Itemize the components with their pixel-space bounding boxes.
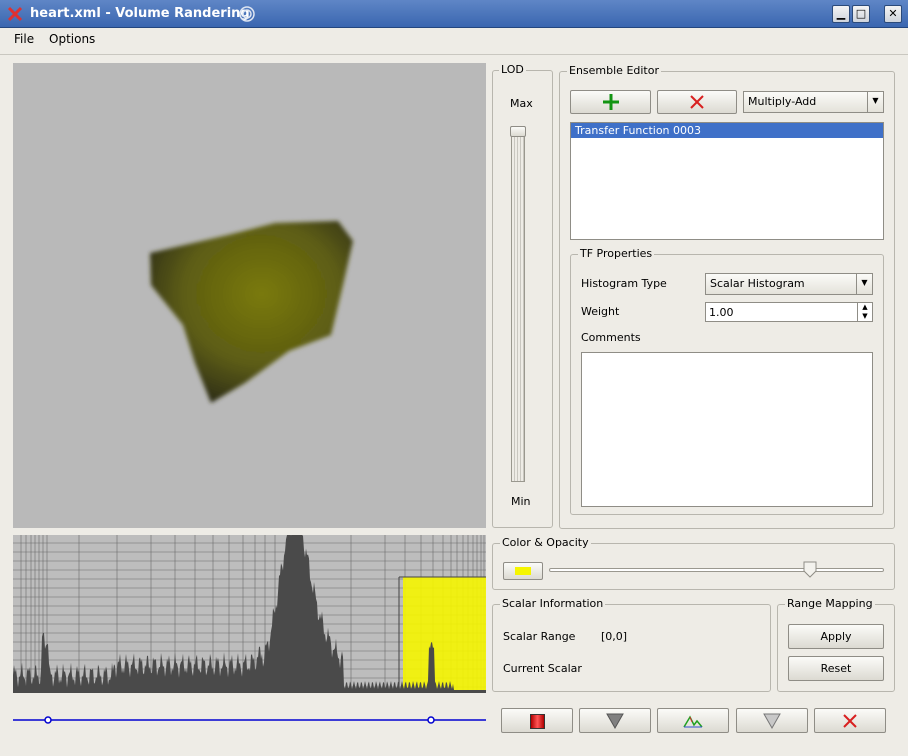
apply-button[interactable]: Apply [788, 624, 884, 649]
maximize-button[interactable]: □ [852, 5, 870, 23]
scalar-info-title: Scalar Information [500, 597, 606, 610]
color-picker-button[interactable] [503, 562, 543, 580]
spin-up-icon[interactable]: ▲ [857, 303, 872, 312]
chevron-down-icon: ▼ [867, 92, 883, 112]
swirl-icon [239, 6, 255, 22]
add-tf-button[interactable] [570, 90, 651, 114]
comments-textarea[interactable] [581, 352, 873, 507]
close-window-button[interactable]: ✕ [884, 5, 902, 23]
tf-control-point[interactable] [44, 716, 52, 724]
delete-button[interactable] [814, 708, 886, 733]
color-swatch [515, 567, 531, 575]
histogram-type-select[interactable]: Scalar Histogram ▼ [705, 273, 873, 295]
delete-x-icon [843, 714, 857, 728]
color-map-icon [529, 714, 545, 729]
spin-down-icon[interactable]: ▼ [857, 312, 872, 321]
blend-mode-value: Multiply-Add [748, 95, 817, 108]
color-map-button[interactable] [501, 708, 573, 733]
histogram-type-value: Scalar Histogram [710, 277, 805, 290]
blend-mode-select[interactable]: Multiply-Add ▼ [743, 91, 884, 113]
volume-render-view[interactable] [13, 63, 486, 528]
triangle-down-button[interactable] [579, 708, 651, 733]
scalar-range-label: Scalar Range [503, 630, 576, 643]
window-title: heart.xml - Volume Randering [30, 6, 250, 21]
comments-label: Comments [581, 331, 641, 344]
tf-highlight-region [403, 577, 486, 693]
menu-file[interactable]: File [14, 32, 34, 46]
lod-title: LOD [499, 63, 526, 76]
scalar-info-group [492, 604, 771, 692]
close-icon: ✕ [888, 7, 898, 20]
curve-icon [683, 715, 703, 728]
triangle-down-outline-icon [763, 713, 781, 730]
tf-control-point[interactable] [427, 716, 435, 724]
tf-list[interactable]: Transfer Function 0003 [570, 122, 884, 240]
opacity-slider-track[interactable] [549, 568, 884, 572]
plus-icon [602, 94, 619, 110]
chevron-down-icon: ▼ [856, 274, 872, 294]
histogram-curve-button[interactable] [657, 708, 729, 733]
maximize-icon: □ [855, 7, 867, 20]
menu-divider [0, 54, 908, 55]
lod-slider-handle[interactable] [510, 126, 526, 137]
volume-shape [150, 221, 353, 403]
remove-x-icon [690, 95, 704, 109]
ensemble-editor-title: Ensemble Editor [567, 64, 661, 77]
menu-options[interactable]: Options [49, 32, 95, 46]
minimize-icon: ▁ [836, 7, 846, 20]
range-mapping-title: Range Mapping [785, 597, 875, 610]
weight-spinbox[interactable]: 1.00 ▲ ▼ [705, 302, 873, 322]
tf-line-editor[interactable] [13, 698, 486, 742]
histogram-type-label: Histogram Type [581, 277, 667, 290]
app-x-icon [7, 6, 23, 22]
remove-tf-button[interactable] [657, 90, 737, 114]
title-bar: heart.xml - Volume Randering ▁ □ ✕ [0, 0, 908, 28]
tf-list-item[interactable]: Transfer Function 0003 [571, 123, 883, 138]
opacity-slider-handle[interactable] [803, 561, 817, 578]
current-scalar-label: Current Scalar [503, 662, 582, 675]
tf-line-canvas [13, 716, 486, 724]
lod-max-label: Max [510, 97, 533, 110]
rendered-volume [150, 221, 353, 403]
histogram-canvas [13, 535, 486, 693]
triangle-down-outline-button[interactable] [736, 708, 808, 733]
scalar-range-value: [0,0] [601, 630, 628, 643]
minimize-button[interactable]: ▁ [832, 5, 850, 23]
lod-min-label: Min [511, 495, 531, 508]
weight-label: Weight [581, 305, 620, 318]
lod-slider-track[interactable] [511, 126, 525, 482]
tf-properties-title: TF Properties [578, 247, 655, 260]
menu-bar: File Options [0, 28, 908, 54]
color-opacity-group [492, 543, 895, 590]
reset-button[interactable]: Reset [788, 656, 884, 681]
histogram-view[interactable] [13, 535, 486, 693]
triangle-down-icon [606, 713, 624, 730]
weight-value: 1.00 [709, 306, 734, 319]
color-opacity-title: Color & Opacity [500, 536, 591, 549]
